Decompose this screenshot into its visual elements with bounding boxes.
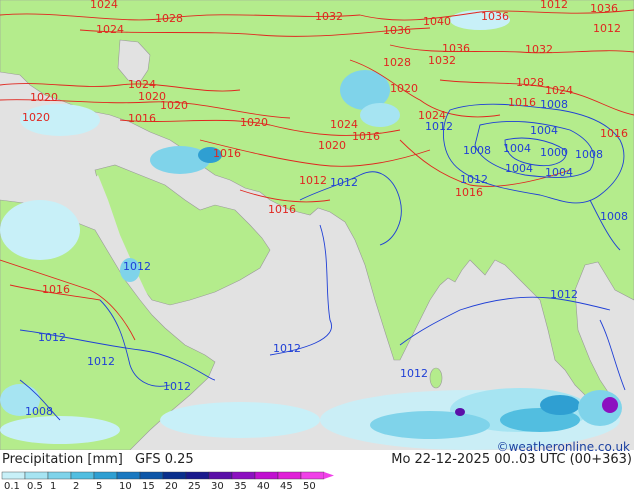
isobar-label: 1016 (268, 203, 296, 216)
scale-swatch (254, 471, 279, 480)
scale-swatch (300, 471, 325, 480)
isobar-label: 1020 (240, 116, 268, 129)
scale-swatch (24, 471, 49, 480)
model-name: GFS 0.25 (135, 452, 194, 467)
isobar-label: 1024 (90, 0, 118, 11)
scale-swatch (277, 471, 302, 480)
isobar-label: 1024 (96, 23, 124, 36)
isobar-label: 1004 (530, 124, 558, 137)
isobar-label: 1020 (30, 91, 58, 104)
isobar-label: 1008 (463, 144, 491, 157)
isobar-label: 1012 (87, 355, 115, 368)
isobar-label: 1028 (516, 76, 544, 89)
scale-label: 1 (50, 481, 56, 490)
isobar-label: 1020 (160, 99, 188, 112)
scale-label: 5 (96, 481, 102, 490)
scale-label: 0.5 (27, 481, 43, 490)
scale-swatch (162, 471, 187, 480)
isobar-label: 1016 (600, 127, 628, 140)
scale-label: 20 (165, 481, 178, 490)
isobar-label: 1020 (318, 139, 346, 152)
isobar-label: 1004 (503, 142, 531, 155)
isobar-label: 1012 (38, 331, 66, 344)
product-title: Precipitation [mm] GFS 0.25 (2, 452, 194, 467)
isobar-label: 1016 (352, 130, 380, 143)
isobar-label: 1016 (42, 283, 70, 296)
isobar-label: 1000 (540, 146, 568, 159)
scale-swatch (1, 471, 26, 480)
isobar-label: 1008 (575, 148, 603, 161)
isobar-label: 1016 (455, 186, 483, 199)
scale-swatch (70, 471, 95, 480)
scale-label: 10 (119, 481, 132, 490)
scale-swatch (116, 471, 141, 480)
footer-bar: 0.1 0.5 1 2 5 10 15 20 25 30 35 40 45 50 Precipitatio… (0, 440, 634, 490)
isobar-label: 1012 (299, 174, 327, 187)
precip-title: Precipitation [mm] (2, 452, 123, 467)
scale-swatch (47, 471, 72, 480)
credit-link[interactable]: ©weatheronline.co.uk (497, 440, 630, 454)
scale-label: 50 (303, 481, 316, 490)
isobar-label: 1004 (545, 166, 573, 179)
scale-label: 25 (188, 481, 201, 490)
sri-lanka (429, 367, 443, 389)
isobar-label: 1012 (425, 120, 453, 133)
isobar-label: 1032 (525, 43, 553, 56)
isobar-label: 1008 (600, 210, 628, 223)
isobar-label: 1020 (22, 111, 50, 124)
isobar-label: 1012 (273, 342, 301, 355)
scale-label: 40 (257, 481, 270, 490)
scale-swatch (93, 471, 118, 480)
scale-label: 0.1 (4, 481, 20, 490)
isobar-label: 1020 (390, 82, 418, 95)
scale-label: 2 (73, 481, 79, 490)
isobar-label: 1016 (213, 147, 241, 160)
isobar-label: 1012 (540, 0, 568, 11)
isobar-label: 1036 (590, 2, 618, 15)
isobar-label: 1040 (423, 15, 451, 28)
isobar-label: 1012 (550, 288, 578, 301)
isobar-label: 1008 (540, 98, 568, 111)
scale-swatch (208, 471, 233, 480)
isobar-label: 1012 (593, 22, 621, 35)
scale-label: 35 (234, 481, 247, 490)
weather-map: 1028 1032 1036 1040 1036 1036 1024 1036 … (0, 0, 634, 450)
isobar-label: 1012 (123, 260, 151, 273)
scale-label: 15 (142, 481, 155, 490)
isobar-label: 1032 (428, 54, 456, 67)
isobar-label: 1004 (505, 162, 533, 175)
isobar-label: 1032 (315, 10, 343, 23)
isobar-label: 1036 (383, 24, 411, 37)
isobar-label: 1036 (481, 10, 509, 23)
isobar-label: 1024 (545, 84, 573, 97)
scale-arrow (324, 472, 334, 479)
isobar-label: 1012 (460, 173, 488, 186)
scale-label: 45 (280, 481, 293, 490)
isobar-label: 1012 (330, 176, 358, 189)
isobar-label: 1008 (25, 405, 53, 418)
forecast-datetime: Mo 22-12-2025 00..03 UTC (00+363) (391, 452, 632, 467)
isobar-label: 1012 (163, 380, 191, 393)
isobar-label: 1028 (383, 56, 411, 69)
isobar-label: 1028 (155, 12, 183, 25)
scale-swatch (139, 471, 164, 480)
isobar-label: 1016 (508, 96, 536, 109)
scale-swatch (231, 471, 256, 480)
scale-label: 30 (211, 481, 224, 490)
scale-swatch (185, 471, 210, 480)
isobar-label: 1012 (400, 367, 428, 380)
isobar-label: 1016 (128, 112, 156, 125)
